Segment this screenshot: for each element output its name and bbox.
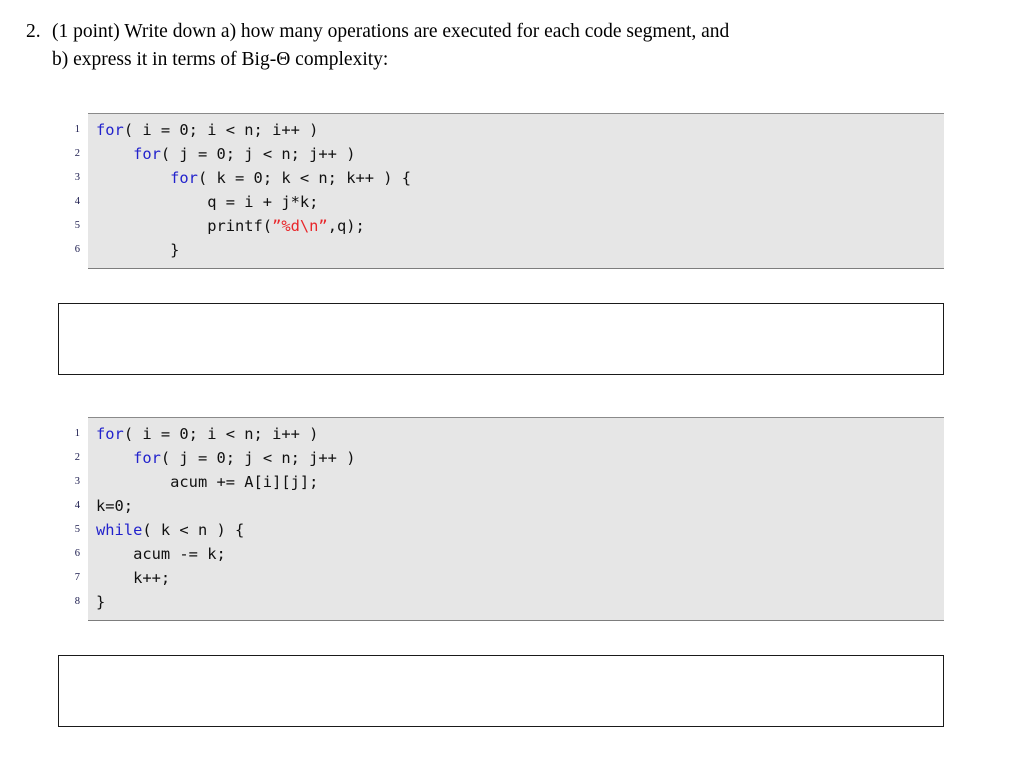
code-text: acum += A[i][j]; [170,473,319,491]
question-text: (1 point) Write down a) how many operati… [52,18,956,74]
code-keyword: while [96,521,143,539]
code-string: ”%d\n” [272,217,328,235]
code-keyword: for [96,425,124,443]
code-line: 6 } [75,238,944,262]
code-text: q = i + j*k; [207,193,319,211]
code-line: 8} [75,590,944,614]
code-text: ( k = 0; k < n; k++ ) { [197,169,412,187]
code-text: } [170,241,180,259]
code-block-1: 1 for( i = 0; i < n; i++ ) 2 for( j = 0; j… [30,113,944,269]
question-line-a: (1 point) Write down a) how many operati… [52,21,730,42]
answer-box-1[interactable] [58,303,944,375]
code-text: ,q); [327,217,365,235]
code-line-number: 8 [74,596,80,607]
code-text: ( j = 0; j < n; j++ ) [160,449,356,467]
code-text: ( i = 0; i < n; i++ ) [123,425,319,443]
answer-box-2[interactable] [58,655,944,727]
code-line: 3 for( k = 0; k < n; k++ ) { [75,166,944,190]
code-block-1-body: 1 for( i = 0; i < n; i++ ) 2 for( j = 0; j… [75,114,944,268]
code-line: 7 k++; [75,566,944,590]
code-line-number: 5 [74,524,80,535]
question-heading: 2. (1 point) Write down a) how many oper… [26,18,956,74]
code-line-number: 3 [74,476,80,487]
code-line: 2 for( j = 0; j < n; j++ ) [75,142,944,166]
code-block-2-body: 1 for( i = 0; i < n; i++ ) 2 for( j = 0; j… [75,418,944,620]
code-text: k=0; [96,497,134,515]
code-line: 4 q = i + j*k; [75,190,944,214]
code-text: } [96,593,106,611]
code-line-number: 2 [74,452,80,463]
code-text: acum -= k; [133,545,226,563]
code-line: 5 while( k < n ) { [75,518,944,542]
code-line-number: 7 [74,572,80,583]
code-block-1-bottom-rule [88,268,944,269]
code-line: 3 acum += A[i][j]; [75,470,944,494]
code-line: 1 for( i = 0; i < n; i++ ) [75,118,944,142]
code-keyword: for [170,169,198,187]
code-line: 1 for( i = 0; i < n; i++ ) [75,422,944,446]
question-line-b: b) express it in terms of Big-Θ complexi… [52,49,389,70]
code-keyword: for [133,449,161,467]
code-line: 5 printf(”%d\n”,q); [75,214,944,238]
question-number: 2. [26,21,41,42]
code-text: ( i = 0; i < n; i++ ) [123,121,319,139]
code-block-2: 1 for( i = 0; i < n; i++ ) 2 for( j = 0; j… [30,417,944,621]
code-line-number: 1 [74,428,80,439]
code-line: 2 for( j = 0; j < n; j++ ) [75,446,944,470]
code-line-number: 1 [74,124,80,135]
code-line-number: 2 [74,148,80,159]
code-text: k++; [133,569,171,587]
code-keyword: for [96,121,124,139]
code-block-2-bottom-rule [88,620,944,621]
code-line: 4 k=0; [75,494,944,518]
code-line-number: 3 [74,172,80,183]
code-text: ( k < n ) { [142,521,245,539]
code-line-number: 4 [74,196,80,207]
code-text: printf( [207,217,273,235]
code-line-number: 6 [74,548,80,559]
code-text: ( j = 0; j < n; j++ ) [160,145,356,163]
code-line-number: 6 [74,244,80,255]
code-line-number: 5 [74,220,80,231]
code-line: 6 acum -= k; [75,542,944,566]
code-keyword: for [133,145,161,163]
code-line-number: 4 [74,500,80,511]
